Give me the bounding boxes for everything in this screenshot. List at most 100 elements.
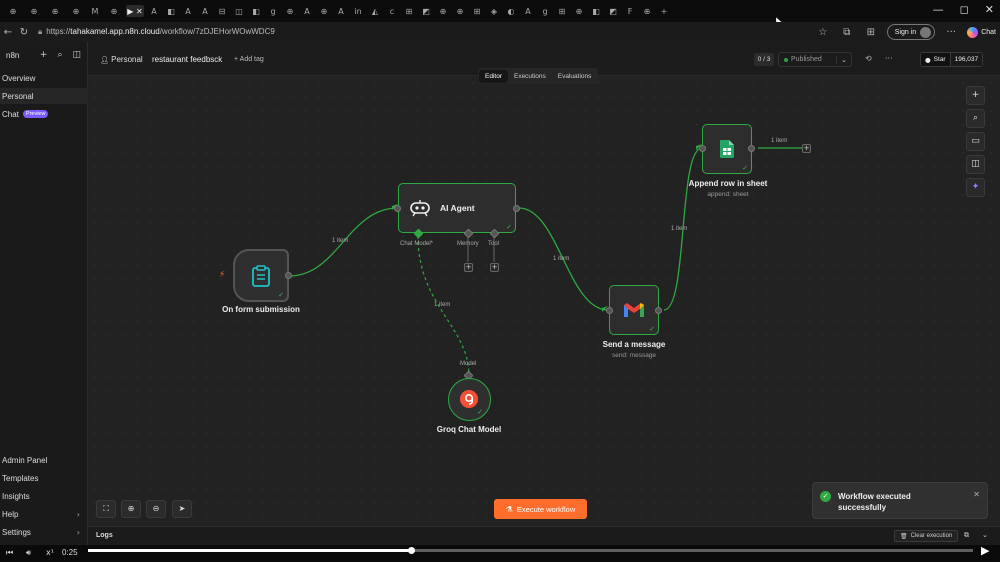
playback-speed[interactable]: x¹ [46,548,54,557]
logs-panel-bar[interactable]: Logs 🗑︎ Clear execution ⧉ ⌄ [88,526,1000,545]
sign-in-button[interactable]: Sign in [886,24,936,40]
back-icon[interactable]: ← [0,27,16,38]
extensions-icon[interactable]: ⧉ [839,27,855,38]
history-icon[interactable]: ⟲ [865,54,872,63]
popout-icon[interactable]: ⧉ [964,531,969,540]
volume-icon[interactable]: 🔊︎ [26,548,31,558]
tab-executions[interactable]: Executions [508,70,552,83]
browser-tab[interactable]: + [657,5,671,17]
browser-tab[interactable]: ⊕ [105,5,123,17]
input-port[interactable] [699,145,706,152]
close-window-button[interactable]: ✕ [985,3,994,16]
clear-execution-button[interactable]: 🗑︎ Clear execution [894,530,959,542]
search-icon[interactable]: ⌕ [57,50,62,60]
browser-tab[interactable]: ◭ [368,5,382,17]
project-breadcrumb[interactable]: 👤︎ Personal [100,55,143,64]
browser-tab[interactable]: ⊕ [317,5,331,17]
seek-bar[interactable] [88,547,973,554]
browser-tab[interactable]: ⊞ [470,5,484,17]
node-groq-chat-model[interactable]: ✓ [448,378,491,421]
chevron-down-icon[interactable]: ⌄ [836,55,851,64]
browser-tab[interactable]: ◐ [504,5,518,17]
sidebar-item-chat[interactable]: Chat Preview [0,106,88,122]
fit-view-button[interactable]: ⛶ [96,500,116,518]
browser-tab[interactable]: A [198,5,212,17]
seek-handle[interactable] [408,547,416,554]
workflow-canvas[interactable]: 1 item 1 item 1 item 1 item 1 item ⚡ ✓ O… [88,76,1000,526]
browser-tab[interactable]: g [538,5,552,17]
execute-workflow-button[interactable]: ⚗ Execute workflow [494,499,587,519]
browser-tab[interactable]: ◈ [487,5,501,17]
collapse-sidebar-icon[interactable]: ◫ [72,50,81,60]
add-tool-button[interactable]: + [490,263,499,272]
browser-tab[interactable]: ◧ [589,5,603,17]
browser-tab[interactable]: ⊞ [402,5,416,17]
add-next-node-button[interactable]: + [802,144,811,153]
more-options-icon[interactable]: ··· [885,54,893,63]
browser-tab[interactable]: in [351,5,365,17]
sidebar-item-personal[interactable]: Personal [0,88,88,104]
browser-tab[interactable]: ⊞ [555,5,569,17]
zoom-out-button[interactable]: ⊖ [146,500,166,518]
favorite-star-icon[interactable]: ☆ [815,27,831,38]
reload-icon[interactable]: ↻ [16,27,32,38]
chevron-down-icon[interactable]: ⌄ [982,531,988,539]
browser-tab[interactable]: ⊕ [283,5,297,17]
publish-status-button[interactable]: Published ⌄ [778,52,852,67]
browser-tab[interactable]: g [266,5,280,17]
tab-editor[interactable]: Editor [479,69,508,83]
add-memory-button[interactable]: + [464,263,473,272]
minimize-button[interactable]: — [933,3,944,16]
output-port[interactable] [513,205,520,212]
browser-tab[interactable]: ⊕ [572,5,586,17]
pointer-tool-button[interactable]: ➤ [172,500,192,518]
maximize-button[interactable]: ◻ [960,3,969,16]
ai-assistant-button[interactable]: ✦ [966,178,985,197]
browser-tab[interactable]: ⊕ [4,5,22,17]
collections-icon[interactable]: ⊞ [863,27,879,38]
browser-tab[interactable]: F [623,5,637,17]
workflow-name[interactable]: restaurant feedbsck [152,55,222,64]
sticky-note-button[interactable]: ▭ [966,132,985,151]
add-node-button[interactable]: + [966,86,985,105]
input-port[interactable] [606,307,613,314]
url-field[interactable]: 🔒︎ https://tahakamel.app.n8n.cloud/workfl… [38,27,275,37]
search-nodes-button[interactable]: ⌕ [966,109,985,128]
play-icon[interactable]: ▶ [981,544,989,557]
browser-tab[interactable]: ◧ [249,5,263,17]
browser-tab[interactable]: ⊕ [453,5,467,17]
browser-tab[interactable]: ◩ [419,5,433,17]
browser-tab[interactable]: M [88,5,102,17]
sidebar-item-overview[interactable]: Overview [0,70,88,86]
browser-tab[interactable]: ◫ [232,5,246,17]
node-gmail[interactable]: ✓ [609,285,659,335]
browser-tab[interactable]: A [181,5,195,17]
browser-tab[interactable]: ⊕ [25,5,43,17]
browser-tab[interactable]: A [300,5,314,17]
close-icon[interactable]: ✕ [973,490,980,499]
browser-tab[interactable]: ⊕ [67,5,85,17]
tab-evaluations[interactable]: Evaluations [552,70,598,83]
zoom-in-button[interactable]: ⊕ [121,500,141,518]
sidebar-item-admin-panel[interactable]: Admin Panel [0,452,88,468]
output-port[interactable] [748,145,755,152]
copilot-chat-button[interactable]: Chat [967,26,996,38]
more-menu-icon[interactable]: ··· [943,27,959,38]
browser-tab[interactable]: ⊕ [46,5,64,17]
browser-tab[interactable]: A [521,5,535,17]
output-port[interactable] [655,307,662,314]
browser-tab[interactable]: A [334,5,348,17]
sidebar-item-help[interactable]: Help › [0,506,88,522]
output-port[interactable] [285,272,292,279]
skip-back-icon[interactable]: ⏮ [6,548,13,558]
browser-tab[interactable]: c [385,5,399,17]
github-star-button[interactable]: ● Star 196,037 [920,52,984,67]
browser-tab[interactable]: A [147,5,161,17]
browser-tab-active[interactable]: ▶ ✕ [126,5,144,17]
add-tag-button[interactable]: + Add tag [234,56,264,63]
node-google-sheets[interactable]: ✓ [702,124,752,174]
add-icon[interactable]: + [40,50,48,60]
node-form-trigger[interactable]: ✓ [233,249,289,302]
browser-tab[interactable]: ◧ [164,5,178,17]
browser-tab[interactable]: ◩ [606,5,620,17]
